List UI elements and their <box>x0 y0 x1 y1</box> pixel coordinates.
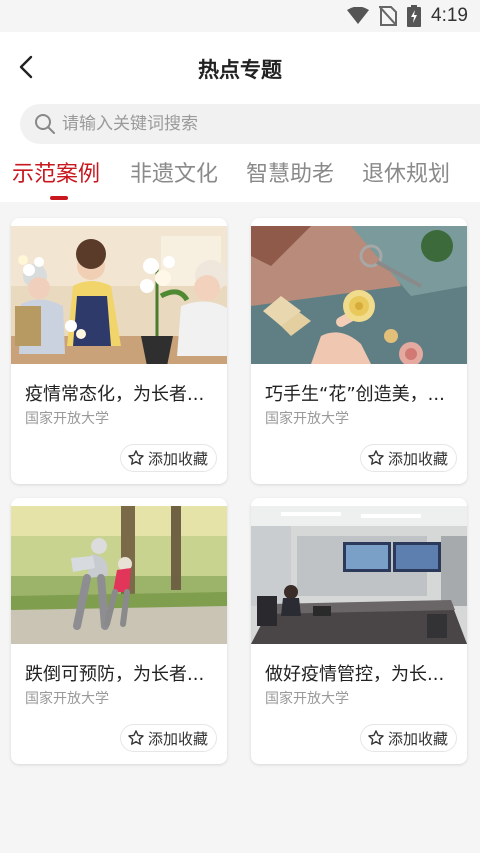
star-icon <box>128 450 144 465</box>
favorite-label: 添加收藏 <box>387 729 448 748</box>
card-image-paper-flower <box>251 226 467 364</box>
card-image-elderly-exercise <box>11 506 227 644</box>
card-source: 国家开放大学 <box>265 691 349 707</box>
search-bar <box>0 102 480 146</box>
card-source: 国家开放大学 <box>265 411 349 427</box>
tab-intangible-heritage[interactable]: 非遗文化 <box>130 156 218 188</box>
search-box[interactable] <box>20 104 480 144</box>
star-icon <box>368 730 384 745</box>
star-icon <box>128 730 144 745</box>
card-title: 巧手生“花”创造美，... <box>265 384 445 405</box>
add-favorite-button[interactable]: 添加收藏 <box>119 444 217 472</box>
card-image-meeting-room <box>251 506 467 644</box>
card-title: 疫情常态化，为长者... <box>25 384 205 405</box>
status-bar: 4:19 <box>0 0 480 32</box>
search-input[interactable] <box>62 114 442 134</box>
tab-retirement-planning[interactable]: 退休规划 <box>362 156 450 188</box>
favorite-label: 添加收藏 <box>147 449 208 468</box>
favorite-label: 添加收藏 <box>387 449 448 468</box>
search-icon <box>34 113 56 135</box>
star-icon <box>368 450 384 465</box>
topic-card[interactable]: 疫情常态化，为长者... 国家开放大学 添加收藏 <box>11 218 227 484</box>
favorite-label: 添加收藏 <box>147 729 208 748</box>
status-time: 4:19 <box>431 5 468 26</box>
topic-card[interactable]: 跌倒可预防，为长者... 国家开放大学 添加收藏 <box>11 498 227 764</box>
app-header: 热点专题 <box>0 32 480 102</box>
card-source: 国家开放大学 <box>25 691 109 707</box>
wifi-icon <box>347 7 370 24</box>
status-icons: 4:19 <box>347 4 468 28</box>
add-favorite-button[interactable]: 添加收藏 <box>359 444 457 472</box>
active-tab-indicator <box>50 196 68 200</box>
add-favorite-button[interactable]: 添加收藏 <box>119 724 217 752</box>
card-image-flower-arranging <box>11 226 227 364</box>
category-tabs: 示范案例 非遗文化 智慧助老 退休规划 <box>0 146 480 202</box>
page-title: 热点专题 <box>198 58 282 82</box>
tab-smart-elderly-care[interactable]: 智慧助老 <box>246 156 334 188</box>
topic-card[interactable]: 巧手生“花”创造美，... 国家开放大学 添加收藏 <box>251 218 467 484</box>
card-source: 国家开放大学 <box>25 411 109 427</box>
battery-charging-icon <box>407 5 422 27</box>
card-title: 跌倒可预防，为长者... <box>25 664 205 685</box>
card-title: 做好疫情管控，为长... <box>265 664 445 685</box>
tab-demonstration-cases[interactable]: 示范案例 <box>12 156 100 188</box>
no-sim-icon <box>379 6 398 26</box>
add-favorite-button[interactable]: 添加收藏 <box>359 724 457 752</box>
topic-card[interactable]: 做好疫情管控，为长... 国家开放大学 添加收藏 <box>251 498 467 764</box>
